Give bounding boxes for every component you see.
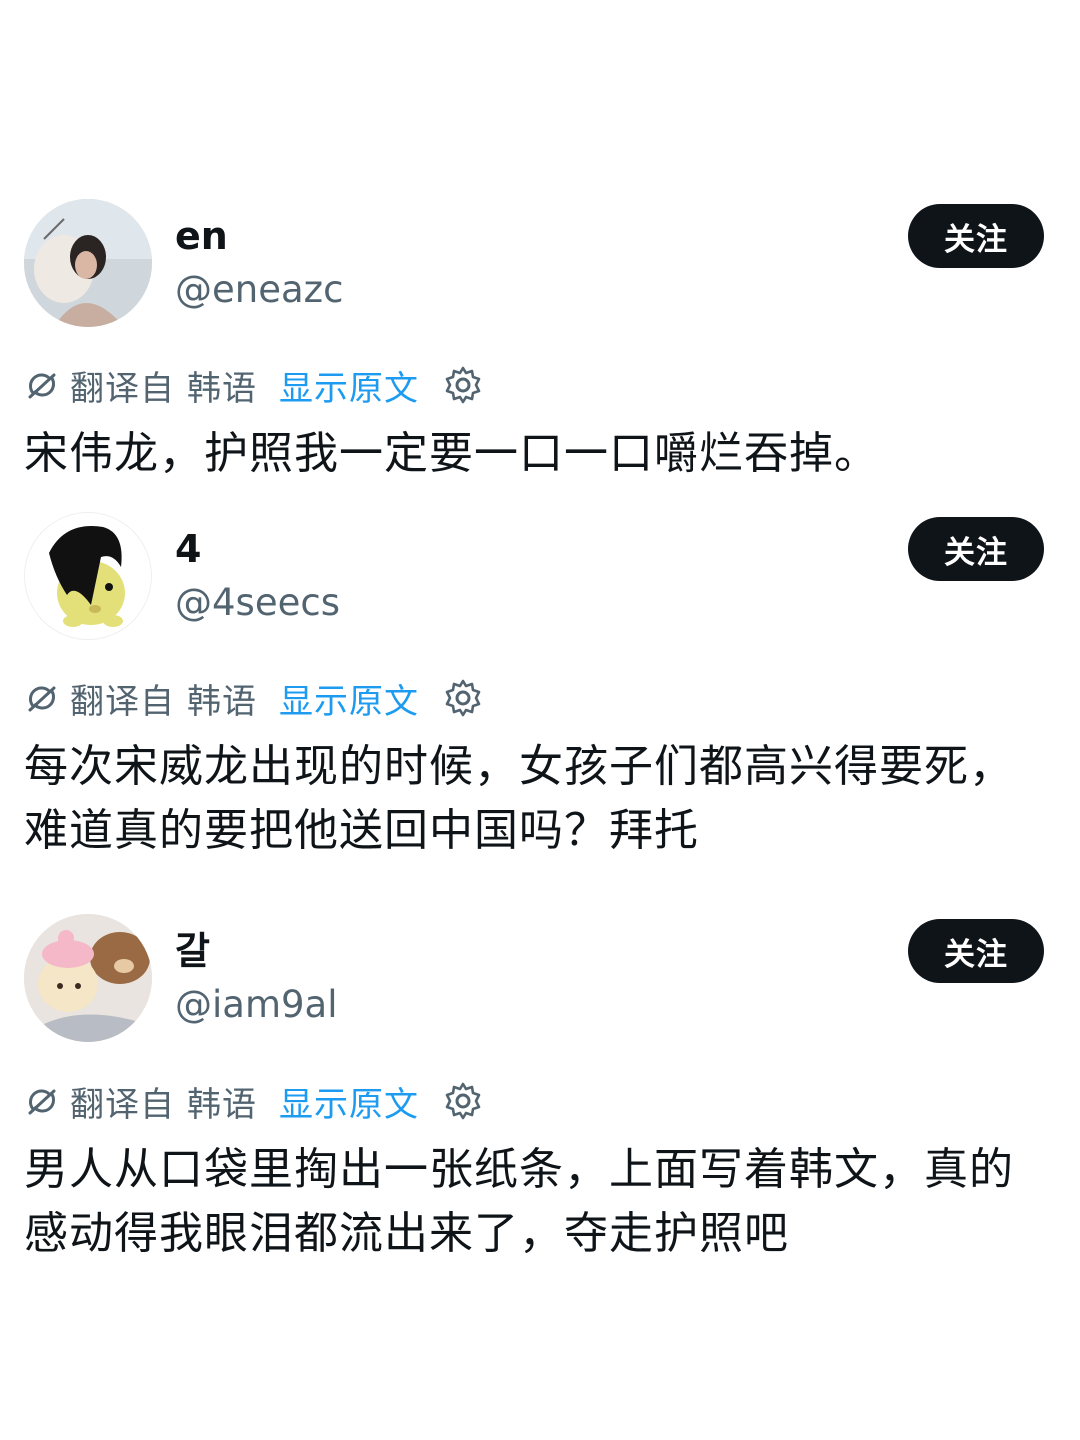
source-language: 韩语 xyxy=(187,368,257,409)
avatar[interactable] xyxy=(24,512,152,640)
display-name[interactable]: 4 xyxy=(175,527,201,571)
follow-button[interactable]: 关注 xyxy=(908,919,1044,983)
avatar[interactable] xyxy=(24,914,152,1042)
source-language: 韩语 xyxy=(187,681,257,722)
gear-icon[interactable] xyxy=(443,1081,483,1121)
translation-bar: 翻译自 韩语 显示原文 xyxy=(24,361,483,410)
translated-from-label: 翻译自 xyxy=(70,368,175,409)
user-handle[interactable]: @4seecs xyxy=(175,581,340,625)
display-name[interactable]: 갈 xyxy=(175,929,210,973)
avatar[interactable] xyxy=(24,199,152,327)
user-handle[interactable]: @eneazc xyxy=(175,268,343,312)
display-name[interactable]: en xyxy=(175,214,228,258)
post-text: 宋伟龙，护照我一定要一口一口嚼烂吞掉。 xyxy=(24,428,879,479)
post-text: 男人从口袋里掏出一张纸条，上面写着韩文，真的感动得我眼泪都流出来了，夺走护照吧 xyxy=(24,1144,1014,1259)
show-original-link[interactable]: 显示原文 xyxy=(279,361,419,410)
gear-icon[interactable] xyxy=(443,365,483,405)
translation-bar: 翻译自 韩语 显示原文 xyxy=(24,1077,483,1126)
translated-from-label: 翻译自 xyxy=(70,681,175,722)
translation-bar: 翻译自 韩语 显示原文 xyxy=(24,674,483,723)
user-handle[interactable]: @iam9al xyxy=(175,983,338,1027)
gear-icon[interactable] xyxy=(443,678,483,718)
follow-button[interactable]: 关注 xyxy=(908,517,1044,581)
show-original-link[interactable]: 显示原文 xyxy=(279,1077,419,1126)
translated-from-label: 翻译自 xyxy=(70,1084,175,1125)
post-text: 每次宋威龙出现的时候，女孩子们都高兴得要死，难道真的要把他送回中国吗？拜托 xyxy=(24,741,1014,856)
translate-icon xyxy=(24,1083,60,1119)
translate-icon xyxy=(24,367,60,403)
translate-icon xyxy=(24,680,60,716)
source-language: 韩语 xyxy=(187,1084,257,1125)
follow-button[interactable]: 关注 xyxy=(908,204,1044,268)
show-original-link[interactable]: 显示原文 xyxy=(279,674,419,723)
